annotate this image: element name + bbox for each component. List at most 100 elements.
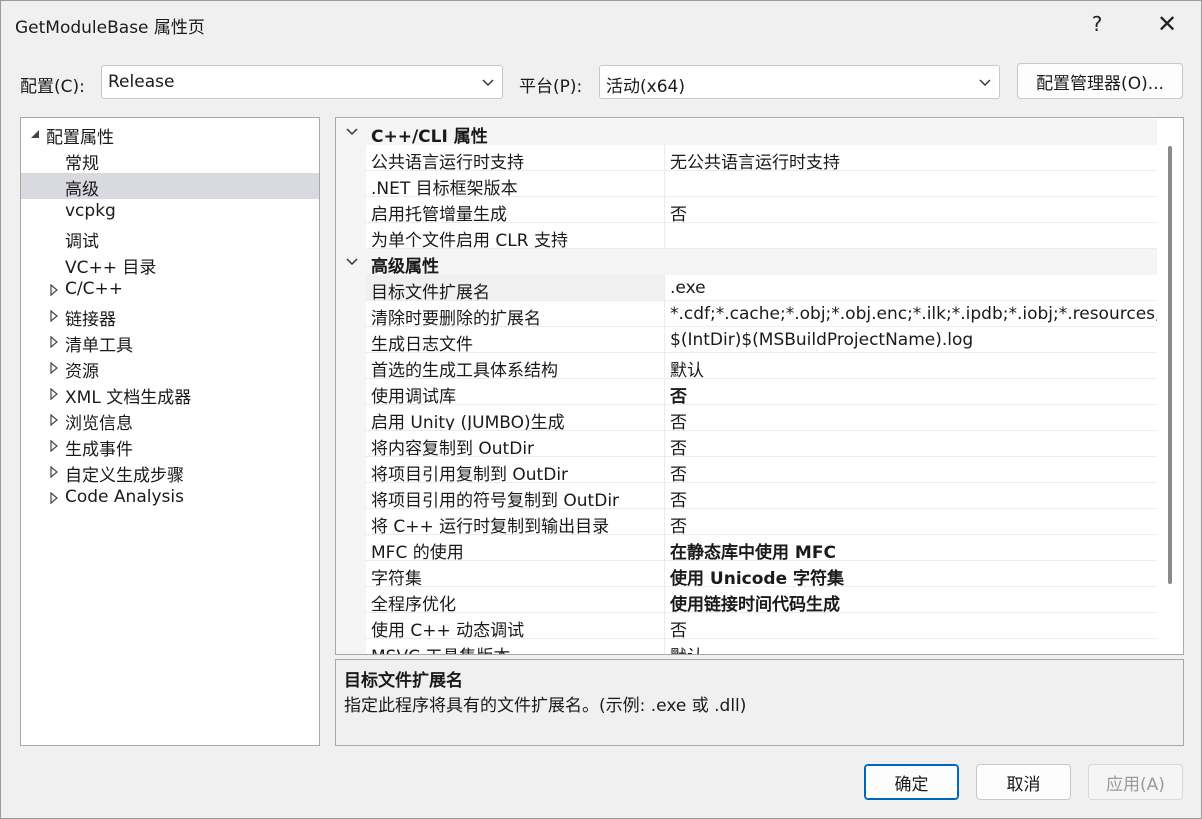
property-name[interactable]: 首选的生成工具体系结构 <box>366 353 664 379</box>
property-name[interactable]: 启用 Unity (JUMBO)生成 <box>366 405 664 431</box>
property-row[interactable]: 生成日志文件 $(IntDir)$(MSBuildProjectName).log <box>336 327 1157 353</box>
property-value[interactable]: 否 <box>664 509 1157 535</box>
platform-value: 活动(x64) <box>606 77 685 97</box>
property-value[interactable]: $(IntDir)$(MSBuildProjectName).log <box>664 327 1157 353</box>
tree-item[interactable]: Code Analysis <box>21 485 319 511</box>
property-row[interactable]: 使用调试库否 <box>336 379 1157 405</box>
property-name[interactable]: 清除时要删除的扩展名 <box>366 301 664 327</box>
property-name[interactable]: 将内容复制到 OutDir <box>366 431 664 457</box>
property-name[interactable]: 为单个文件启用 CLR 支持 <box>366 223 664 249</box>
tree-item[interactable]: C/C++ <box>21 277 319 303</box>
property-name[interactable]: 公共语言运行时支持 <box>366 145 664 171</box>
category-row[interactable]: C++/CLI 属性 <box>336 119 1157 147</box>
property-name[interactable]: 将 C++ 运行时复制到输出目录 <box>366 509 664 535</box>
property-name[interactable]: 全程序优化 <box>366 587 664 613</box>
property-row[interactable]: 为单个文件启用 CLR 支持 <box>336 223 1157 249</box>
property-name[interactable]: 生成日志文件 <box>366 327 664 353</box>
property-name[interactable]: .NET 目标框架版本 <box>366 171 664 197</box>
chevron-down-icon[interactable] <box>345 255 359 269</box>
tree-item-root[interactable]: 配置属性 <box>21 121 319 148</box>
property-name[interactable]: 使用调试库 <box>366 379 664 405</box>
tree-item[interactable]: 链接器 <box>21 303 319 330</box>
property-row[interactable]: 清除时要删除的扩展名 *.cdf;*.cache;*.obj;*.obj.enc;… <box>336 301 1157 327</box>
property-row[interactable]: 将内容复制到 OutDir 否 <box>336 431 1157 457</box>
row-gutter <box>336 145 366 171</box>
property-name[interactable]: 目标文件扩展名 <box>366 275 664 301</box>
property-row[interactable]: 将项目引用复制到 OutDir 否 <box>336 457 1157 483</box>
platform-dropdown[interactable]: 活动(x64) <box>599 65 1000 99</box>
collapsed-arrow-icon[interactable] <box>49 440 59 452</box>
collapsed-arrow-icon[interactable] <box>49 336 59 348</box>
property-name[interactable]: 使用 C++ 动态调试 <box>366 613 664 639</box>
property-value[interactable]: 否 <box>664 405 1157 431</box>
property-row[interactable]: .NET 目标框架版本 <box>336 171 1157 197</box>
tree-item-label: 自定义生成步骤 <box>65 466 184 486</box>
property-value[interactable]: 否 <box>664 197 1157 223</box>
property-value[interactable]: 否 <box>664 483 1157 509</box>
tree-item[interactable]: 生成事件 <box>21 433 319 460</box>
apply-button[interactable]: 应用(A) <box>1088 764 1183 800</box>
property-name[interactable]: 将项目引用的符号复制到 OutDir <box>366 483 664 509</box>
tree-item[interactable]: 调试 <box>21 225 319 252</box>
property-value[interactable]: *.cdf;*.cache;*.obj;*.obj.enc;*.ilk;*.ip… <box>664 301 1157 327</box>
close-button[interactable]: ✕ <box>1145 5 1189 43</box>
config-dropdown[interactable]: Release <box>101 65 503 99</box>
property-value[interactable] <box>664 171 1157 197</box>
tree-item[interactable]: 浏览信息 <box>21 407 319 434</box>
ok-button[interactable]: 确定 <box>864 764 959 800</box>
tree-item[interactable]: 高级 <box>21 173 319 200</box>
collapsed-arrow-icon[interactable] <box>49 310 59 322</box>
property-value[interactable]: 否 <box>664 431 1157 457</box>
property-value[interactable]: 使用 Unicode 字符集 <box>664 561 1157 587</box>
property-row[interactable]: 公共语言运行时支持 无公共语言运行时支持 <box>336 145 1157 171</box>
tree-item[interactable]: vcpkg <box>21 199 319 225</box>
property-value[interactable]: .exe <box>664 275 1157 301</box>
collapsed-arrow-icon[interactable] <box>49 414 59 426</box>
property-row[interactable]: 将项目引用的符号复制到 OutDir 否 <box>336 483 1157 509</box>
property-value[interactable]: 默认 <box>664 639 1157 654</box>
tree-item[interactable]: VC++ 目录 <box>21 251 319 278</box>
tree-item[interactable]: 清单工具 <box>21 329 319 356</box>
tree-item[interactable]: 常规 <box>21 147 319 174</box>
collapsed-arrow-icon[interactable] <box>49 362 59 374</box>
property-row[interactable]: 全程序优化 使用链接时间代码生成 <box>336 587 1157 613</box>
property-value[interactable]: 否 <box>664 613 1157 639</box>
property-row[interactable]: MSVC 工具集版本默认 <box>336 639 1157 654</box>
scrollbar-thumb[interactable] <box>1168 146 1172 584</box>
property-value[interactable]: 无公共语言运行时支持 <box>664 145 1157 171</box>
tree-item-label: VC++ 目录 <box>65 258 157 278</box>
tree-item[interactable]: 资源 <box>21 355 319 382</box>
category-row[interactable]: 高级属性 <box>336 249 1157 277</box>
property-value[interactable]: 否 <box>664 457 1157 483</box>
collapsed-arrow-icon[interactable] <box>49 466 59 478</box>
property-row[interactable]: MFC 的使用 在静态库中使用 MFC <box>336 535 1157 561</box>
property-name[interactable]: 字符集 <box>366 561 664 587</box>
property-name[interactable]: 启用托管增量生成 <box>366 197 664 223</box>
property-row[interactable]: 将 C++ 运行时复制到输出目录否 <box>336 509 1157 535</box>
property-row[interactable]: 字符集 使用 Unicode 字符集 <box>336 561 1157 587</box>
collapsed-arrow-icon[interactable] <box>49 492 59 504</box>
collapsed-arrow-icon[interactable] <box>49 284 59 296</box>
cancel-button[interactable]: 取消 <box>976 764 1071 800</box>
property-value[interactable]: 默认 <box>664 353 1157 379</box>
property-name[interactable]: MSVC 工具集版本 <box>366 639 664 654</box>
property-value[interactable]: 否 <box>664 379 1157 405</box>
help-button[interactable]: ? <box>1075 5 1119 43</box>
property-row[interactable]: 启用托管增量生成否 <box>336 197 1157 223</box>
config-manager-button[interactable]: 配置管理器(O)... <box>1017 63 1183 99</box>
property-row[interactable]: 首选的生成工具体系结构 默认 <box>336 353 1157 379</box>
tree-item[interactable]: 自定义生成步骤 <box>21 459 319 486</box>
property-row[interactable]: 目标文件扩展名 .exe <box>336 275 1157 301</box>
property-row[interactable]: 使用 C++ 动态调试否 <box>336 613 1157 639</box>
chevron-down-icon[interactable] <box>345 125 359 139</box>
property-value[interactable]: 在静态库中使用 MFC <box>664 535 1157 561</box>
vertical-scrollbar[interactable] <box>1157 118 1183 654</box>
property-grid: C++/CLI 属性 公共语言运行时支持 无公共语言运行时支持 .NET 目标框架版本… <box>335 117 1184 655</box>
property-value[interactable]: 使用链接时间代码生成 <box>664 587 1157 613</box>
tree-item[interactable]: XML 文档生成器 <box>21 381 319 408</box>
collapsed-arrow-icon[interactable] <box>49 388 59 400</box>
property-name[interactable]: MFC 的使用 <box>366 535 664 561</box>
property-name[interactable]: 将项目引用复制到 OutDir <box>366 457 664 483</box>
property-row[interactable]: 启用 Unity (JUMBO)生成否 <box>336 405 1157 431</box>
property-value[interactable] <box>664 223 1157 249</box>
